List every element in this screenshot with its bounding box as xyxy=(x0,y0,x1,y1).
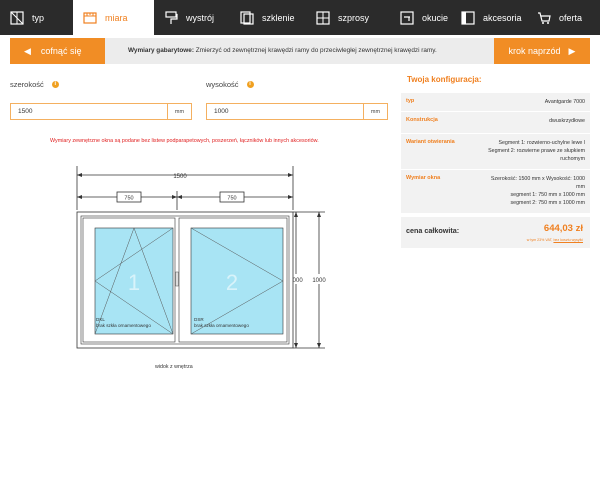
config-row-wymiar: Wymiar okna Szerokość: 1500 mm x Wysokoś… xyxy=(401,170,590,214)
config-row-typ: typ Avantgarde 7000 xyxy=(401,93,590,112)
config-value-line: ruchomym xyxy=(560,156,585,162)
config-value-line: Segment 2: rozwierne prawe ze słupkiem xyxy=(488,148,585,154)
glazing-icon xyxy=(240,10,254,25)
tab-label: akcesoria xyxy=(483,12,522,23)
width-value[interactable]: 1500 xyxy=(11,108,167,115)
config-key: Wariant otwierania xyxy=(406,139,455,145)
price-note: w tym 23% VAT, bez kosztu wysyłki xyxy=(527,238,583,242)
tab-okucie[interactable]: okucie xyxy=(385,0,451,35)
svg-text:1: 1 xyxy=(128,270,140,295)
config-value-line: segment 2: 750 mm x 1000 mm xyxy=(510,200,585,206)
left-sash-code: DKL xyxy=(96,317,105,322)
measure-icon xyxy=(83,11,97,25)
info-icon[interactable]: i xyxy=(51,81,59,88)
price-value: 644,03 zł xyxy=(543,223,583,234)
tab-typ[interactable]: typ xyxy=(0,0,73,35)
svg-text:2: 2 xyxy=(226,270,238,295)
config-key: Konstrukcja xyxy=(406,117,438,123)
dimensions-info: Wymiary gabarytowe: Zmierzyć od zewnętrz… xyxy=(128,38,437,64)
tab-label: miara xyxy=(105,12,128,23)
tab-label: okucie xyxy=(422,12,449,23)
back-button[interactable]: ◀ cofnąć się xyxy=(10,38,105,64)
config-value-line: Szerokość: 1500 mm x Wysokość: 1000 xyxy=(490,176,585,182)
paint-roller-icon xyxy=(164,10,178,25)
total-width-label: 1500 xyxy=(173,174,187,180)
config-value: Segment 1: rozwierno-uchylne lewe l Segm… xyxy=(471,134,590,169)
config-key: typ xyxy=(406,98,415,104)
config-row-konstrukcja: Konstrukcja dwuskrzydłowe xyxy=(401,112,590,134)
tab-oferta[interactable]: oferta xyxy=(524,0,600,35)
config-row-wariant: Wariant otwierania Segment 1: rozwierno-… xyxy=(401,134,590,170)
cart-icon xyxy=(537,11,551,25)
chevron-left-icon: ◀ xyxy=(24,45,31,56)
tab-szklenie[interactable]: szklenie xyxy=(225,0,301,35)
next-button-label: krok naprzód xyxy=(508,46,561,56)
tab-label: oferta xyxy=(559,12,583,23)
tab-label: typ xyxy=(32,12,45,23)
height-value[interactable]: 1000 xyxy=(207,108,363,115)
right-sash-code: DSR xyxy=(194,317,204,322)
right-sash-width-label: 750 xyxy=(227,196,236,202)
info-text: Zmierzyć od zewnętrznej krawędzi ramy do… xyxy=(195,47,437,54)
window-handle xyxy=(175,271,179,287)
hardware-icon xyxy=(400,10,414,25)
config-value: Avantgarde 7000 xyxy=(471,93,590,111)
window-type-icon xyxy=(10,10,24,25)
left-sash-note: brak szkła ornamentowego xyxy=(96,323,151,328)
tab-label: wystrój xyxy=(186,12,215,23)
info-title: Wymiary gabarytowe: xyxy=(128,47,194,54)
back-button-label: cofnąć się xyxy=(40,46,82,56)
accessories-icon xyxy=(461,10,475,25)
config-value-line: Avantgarde 7000 xyxy=(544,99,585,105)
config-value: dwuskrzydłowe xyxy=(471,112,590,133)
step-action-bar: ◀ cofnąć się Wymiary gabarytowe: Zmierzy… xyxy=(10,38,590,64)
config-value-line: mm xyxy=(576,184,585,190)
dimensions-warning: Wymiary zewnętrzne okna są podane bez li… xyxy=(50,138,319,144)
right-sash-note: brak szkła ornamentowego xyxy=(194,323,249,328)
chevron-right-icon: ▶ xyxy=(568,45,576,56)
tab-miara[interactable]: miara xyxy=(73,0,154,35)
width-label-text: szerokość xyxy=(10,80,44,89)
config-value-line: segment 1: 750 mm x 1000 mm xyxy=(510,192,585,198)
height-unit: mm xyxy=(363,104,387,119)
tab-label: szklenie xyxy=(262,12,295,23)
tab-label: szprosy xyxy=(338,12,370,23)
height-label: wysokość i xyxy=(206,80,254,89)
price-box: cena całkowita: 644,03 zł w tym 23% VAT,… xyxy=(401,217,590,248)
height-label-b: 1000 xyxy=(312,278,326,284)
width-field[interactable]: 1500 mm xyxy=(10,103,192,120)
config-value: Szerokość: 1500 mm x Wysokość: 1000 mm s… xyxy=(471,170,590,213)
price-note-text: w tym 23% VAT, xyxy=(526,238,554,242)
next-button[interactable]: krok naprzód ▶ xyxy=(494,38,590,64)
top-navigation: typ miara wystrój szklenie szprosy okuci… xyxy=(0,0,600,35)
configuration-title: Twoja konfiguracja: xyxy=(407,75,482,84)
left-sash-width-label: 750 xyxy=(124,196,133,202)
shipping-cost-link[interactable]: bez kosztu wysyłki xyxy=(553,238,583,242)
view-label: widok z wnętrza xyxy=(155,364,193,370)
tab-wystroj[interactable]: wystrój xyxy=(154,0,225,35)
config-value-line: dwuskrzydłowe xyxy=(549,118,585,124)
config-value-line: Segment 1: rozwierno-uchylne lewe l xyxy=(498,140,585,146)
muntins-icon xyxy=(316,10,330,25)
height-label-text: wysokość xyxy=(206,80,239,89)
tab-szprosy[interactable]: szprosy xyxy=(301,0,385,35)
window-drawing: 1500 750 750 1000 1000 1 2 DKL brak szkł… xyxy=(76,166,328,349)
price-label: cena całkowita: xyxy=(406,226,460,235)
info-icon[interactable]: i xyxy=(246,81,254,88)
configuration-panel: Twoja konfiguracja: typ Avantgarde 7000 … xyxy=(401,70,590,248)
config-key: Wymiar okna xyxy=(406,175,441,181)
tab-akcesoria[interactable]: akcesoria xyxy=(451,0,524,35)
height-field[interactable]: 1000 mm xyxy=(206,103,388,120)
configuration-table: typ Avantgarde 7000 Konstrukcja dwuskrzy… xyxy=(401,93,590,214)
width-label: szerokość i xyxy=(10,80,59,89)
width-unit: mm xyxy=(167,104,191,119)
